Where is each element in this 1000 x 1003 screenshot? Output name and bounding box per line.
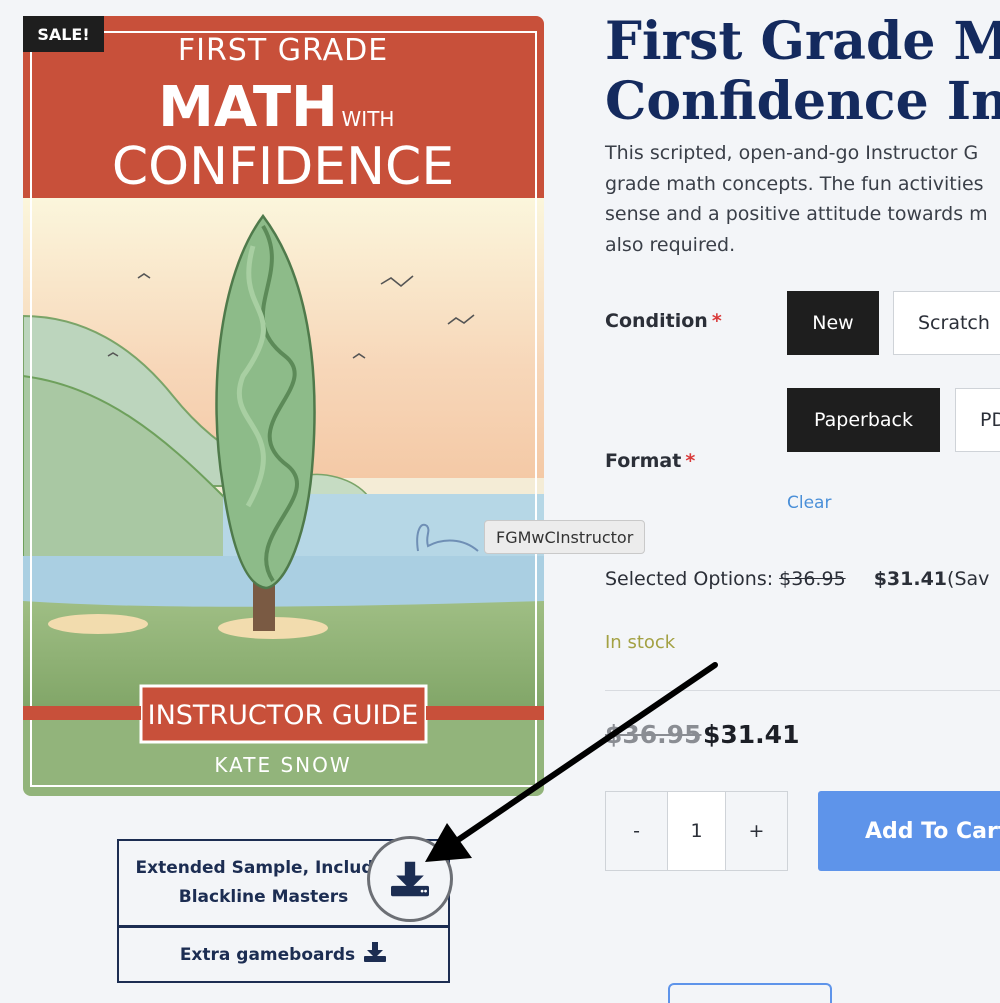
product-cover-image[interactable]: FIRST GRADE MATH WITH CONFIDENCE INSTRUC… — [23, 16, 544, 796]
original-price: $36.95 — [605, 720, 702, 749]
cover-banner: INSTRUCTOR GUIDE — [148, 700, 419, 731]
format-paperback-button[interactable]: Paperback — [787, 388, 940, 452]
sale-price: $31.41 — [703, 720, 800, 749]
savings-text: (Sav — [947, 568, 990, 590]
cover-author: KATE SNOW — [214, 753, 351, 777]
sale-badge: SALE! — [23, 16, 104, 52]
extra-gameboards-label: Extra gameboards — [179, 944, 356, 965]
title-line1: First Grade Ma — [605, 11, 1000, 72]
quantity-increase-button[interactable]: + — [726, 792, 787, 870]
format-label: Format * — [605, 450, 696, 472]
title-line2: Confidence Ins — [605, 71, 1000, 132]
format-pdf-button[interactable]: PD — [955, 388, 1000, 452]
selected-options-summary: Selected Options: $36.95 $31.41(Sav — [605, 568, 989, 590]
cover-with: WITH — [342, 107, 395, 131]
cover-confidence: CONFIDENCE — [112, 137, 454, 197]
selected-old-price: $36.95 — [779, 568, 846, 590]
description-line: This scripted, open-and-go Instructor G — [605, 142, 979, 164]
condition-new-button[interactable]: New — [787, 291, 879, 355]
filename-tooltip: FGMwCInstructor — [484, 520, 646, 554]
partial-button-below[interactable] — [668, 983, 832, 1003]
divider — [605, 690, 1000, 691]
page-title: First Grade Ma Confidence Ins — [605, 12, 1000, 132]
description-line: also required. — [605, 233, 736, 256]
condition-label: Condition * — [605, 310, 722, 332]
download-icon — [363, 941, 387, 968]
required-mark: * — [685, 450, 696, 472]
condition-scratch-button[interactable]: Scratch — [893, 291, 1000, 355]
stock-status: In stock — [605, 632, 676, 653]
cover-illustration: FIRST GRADE MATH WITH CONFIDENCE INSTRUC… — [23, 16, 544, 796]
extended-sample-line1: Extended Sample, Includin — [135, 858, 392, 878]
cover-math: MATH — [158, 75, 338, 140]
cover-top-line: FIRST GRADE — [178, 33, 388, 68]
selected-new-price: $31.41 — [873, 568, 948, 590]
quantity-input[interactable]: 1 — [667, 792, 726, 870]
extended-sample-line2: Blackline Masters — [178, 887, 349, 907]
description-line: sense and a positive attitude towards m — [605, 203, 988, 225]
download-icon-magnified[interactable] — [367, 836, 453, 922]
product-description: This scripted, open-and-go Instructor G … — [605, 138, 1000, 260]
download-icon — [391, 861, 429, 897]
add-to-cart-button[interactable]: Add To Cart — [818, 791, 1000, 871]
quantity-decrease-button[interactable]: - — [606, 792, 667, 870]
clear-options-link[interactable]: Clear — [787, 493, 831, 513]
description-line: grade math concepts. The fun activities — [605, 172, 984, 195]
required-mark: * — [711, 310, 722, 332]
extra-gameboards-download[interactable]: Extra gameboards — [117, 926, 450, 983]
quantity-stepper: - 1 + — [605, 791, 788, 871]
selected-options-label: Selected Options: — [605, 568, 774, 590]
